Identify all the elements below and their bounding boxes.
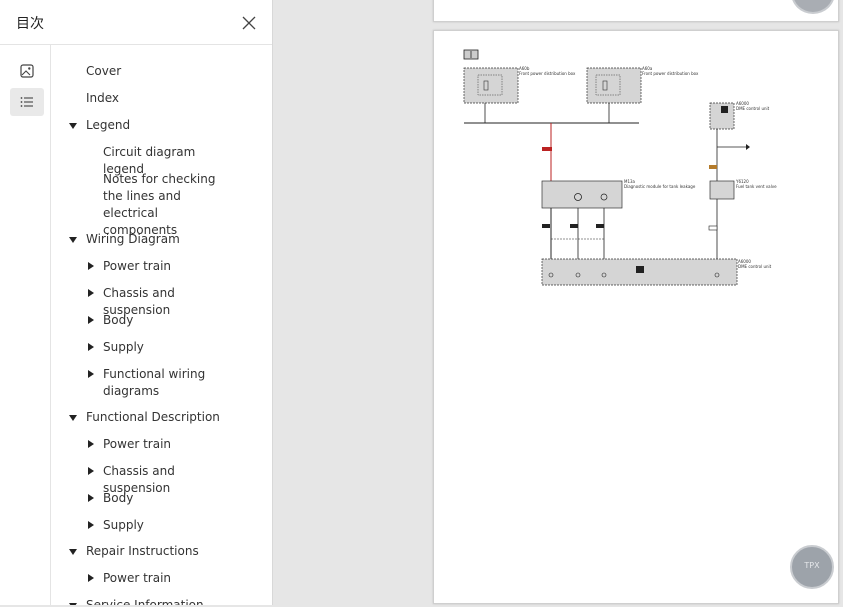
caret-down-icon[interactable] xyxy=(69,415,77,421)
caret-right-icon[interactable] xyxy=(88,343,94,351)
toc-item-label: Functional Description xyxy=(86,410,220,424)
panel-view-rail xyxy=(0,45,51,605)
toc-item-label: Repair Instructions xyxy=(86,544,199,558)
caret-right-icon[interactable] xyxy=(88,467,94,475)
caret-right-icon[interactable] xyxy=(88,521,94,529)
tank-name-text: Diagnostic module for tank leakage xyxy=(624,184,696,189)
toc-item-label: Supply xyxy=(103,518,144,532)
fdb2-name-text: Front power distribution box xyxy=(642,71,699,76)
document-viewer[interactable]: A60b Front power distribution box A60a F… xyxy=(273,0,843,605)
watermark-text: TPX xyxy=(804,561,820,570)
toc-item-label: Index xyxy=(86,91,120,105)
toc-item-label: Wiring Diagram xyxy=(86,232,180,246)
caret-right-icon[interactable] xyxy=(88,494,94,502)
close-button[interactable] xyxy=(238,12,260,34)
toc-item-label: Legend xyxy=(86,118,131,132)
thumbnail-view-button[interactable] xyxy=(10,57,44,85)
panel-title: 目次 xyxy=(16,16,44,32)
dme-name-text: DME control unit xyxy=(738,264,772,269)
toc-item-label: Service Information xyxy=(86,598,204,605)
caret-down-icon[interactable] xyxy=(69,549,77,555)
caret-right-icon[interactable] xyxy=(88,370,94,378)
toc-item-label: Body xyxy=(103,313,134,327)
toc-item-label: Body xyxy=(103,491,134,505)
toc-item-label: Notes for checking the lines and electri… xyxy=(103,172,216,237)
caret-down-icon[interactable] xyxy=(69,237,77,243)
previous-page xyxy=(433,0,839,22)
list-outline-icon xyxy=(20,97,33,107)
toc-item-label: Supply xyxy=(103,340,144,354)
fdb1-name-text: Front power distribution box xyxy=(519,71,576,76)
close-icon xyxy=(242,16,256,30)
toc-list: Cover Index Legend Circuit diagram legend No… xyxy=(51,45,272,605)
toc-item-label: Power train xyxy=(103,437,172,451)
caret-right-icon[interactable] xyxy=(88,316,94,324)
toc-panel: 目次 Cover Index Legend Circuit diagram legen… xyxy=(0,0,273,605)
toc-item-label: Power train xyxy=(103,259,172,273)
caret-right-icon[interactable] xyxy=(88,262,94,270)
toc-item-label: Functional wiring diagrams xyxy=(103,367,206,398)
toc-item-label: Power train xyxy=(103,571,172,585)
image-thumbnail-icon xyxy=(20,64,34,78)
toc-item-label: Cover xyxy=(86,64,122,78)
caret-right-icon[interactable] xyxy=(88,289,94,297)
caret-right-icon[interactable] xyxy=(88,440,94,448)
outline-view-button[interactable] xyxy=(10,88,44,116)
panel-header: 目次 xyxy=(0,0,272,45)
wiring-diagram: A60b Front power distribution box A60a F… xyxy=(463,49,777,286)
caret-down-icon[interactable] xyxy=(69,123,77,129)
caret-right-icon[interactable] xyxy=(88,574,94,582)
watermark-badge: TPX xyxy=(790,545,834,589)
valve-name-text: Fuel tank vent valve xyxy=(736,184,777,189)
ctrl-name-text: DME control unit xyxy=(736,106,770,111)
document-page: A60b Front power distribution box A60a F… xyxy=(433,30,839,604)
